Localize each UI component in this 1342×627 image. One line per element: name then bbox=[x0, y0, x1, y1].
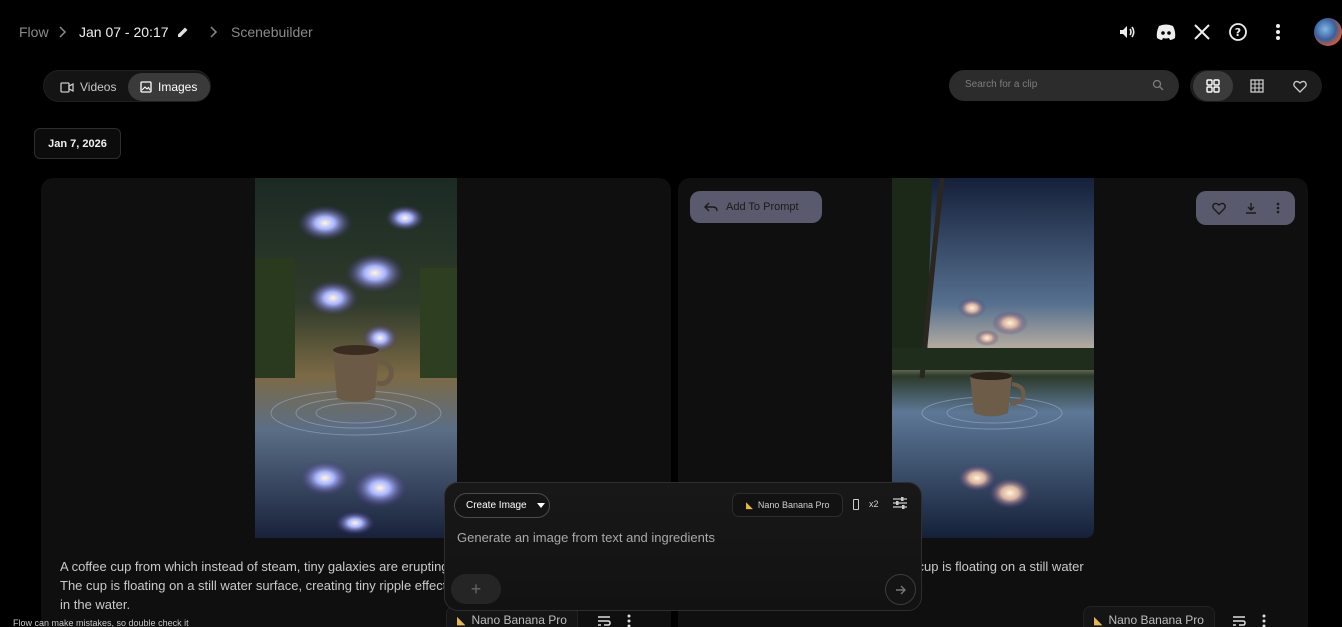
aspect-ratio-portrait-icon[interactable] bbox=[853, 499, 859, 510]
edit-pencil-icon[interactable] bbox=[176, 25, 190, 39]
svg-text:?: ? bbox=[1235, 26, 1241, 39]
disclaimer-text: Flow can make mistakes, so double check … bbox=[13, 618, 189, 627]
grid-small-icon bbox=[1250, 79, 1264, 93]
wrap-text-icon[interactable] bbox=[1232, 615, 1246, 627]
more-vert-icon[interactable] bbox=[1276, 202, 1280, 214]
tab-images[interactable]: Images bbox=[128, 73, 210, 101]
heart-icon bbox=[1293, 80, 1307, 93]
banana-icon: ◣ bbox=[746, 499, 753, 510]
tab-videos-label: Videos bbox=[80, 80, 117, 94]
model-selector[interactable]: ◣ Nano Banana Pro bbox=[732, 493, 843, 517]
favorites-view-button[interactable] bbox=[1280, 71, 1320, 101]
card-footer-actions bbox=[1232, 614, 1266, 627]
model-name: Nano Banana Pro bbox=[1108, 613, 1204, 627]
generated-image[interactable] bbox=[255, 178, 457, 538]
add-to-prompt-label: Add To Prompt bbox=[726, 201, 799, 213]
model-name: Nano Banana Pro bbox=[471, 613, 567, 627]
wrap-text-icon[interactable] bbox=[597, 615, 611, 627]
reply-arrow-icon bbox=[704, 202, 718, 212]
top-bar: Flow Jan 07 - 20:17 Scenebuilder ? bbox=[0, 0, 1342, 64]
media-type-tabs: Videos Images bbox=[43, 70, 211, 102]
chevron-right-icon bbox=[210, 26, 218, 38]
breadcrumb-flow[interactable]: Flow bbox=[19, 24, 49, 40]
heart-icon[interactable] bbox=[1211, 202, 1226, 215]
prompt-composer: Create Image ◣ Nano Banana Pro x2 Genera… bbox=[444, 482, 922, 611]
project-title: Jan 07 - 20:17 bbox=[79, 24, 169, 40]
download-icon[interactable] bbox=[1245, 202, 1257, 214]
card-hover-actions bbox=[1196, 191, 1295, 225]
chevron-right-icon bbox=[59, 26, 67, 38]
breadcrumb-scenebuilder[interactable]: Scenebuilder bbox=[231, 24, 313, 40]
output-count[interactable]: x2 bbox=[869, 499, 879, 509]
more-vert-icon[interactable] bbox=[1262, 614, 1266, 627]
more-vert-icon[interactable] bbox=[1266, 20, 1290, 44]
create-mode-dropdown[interactable]: Create Image bbox=[454, 493, 550, 518]
card-footer-actions bbox=[597, 614, 631, 627]
tab-videos[interactable]: Videos bbox=[48, 73, 128, 101]
banana-icon: ◣ bbox=[457, 614, 466, 627]
prompt-input[interactable]: Generate an image from text and ingredie… bbox=[457, 530, 715, 545]
send-button[interactable] bbox=[885, 574, 916, 605]
search-icon bbox=[1152, 79, 1164, 91]
search-input[interactable]: Search for a clip bbox=[949, 70, 1179, 101]
grid-large-icon bbox=[1206, 79, 1220, 93]
help-icon[interactable]: ? bbox=[1226, 20, 1250, 44]
tab-images-label: Images bbox=[158, 80, 198, 94]
model-selector-label: Nano Banana Pro bbox=[757, 500, 830, 510]
date-group-label: Jan 7, 2026 bbox=[34, 128, 121, 159]
volume-icon[interactable] bbox=[1115, 20, 1139, 44]
plus-icon: + bbox=[470, 578, 482, 599]
grid-large-view-button[interactable] bbox=[1193, 71, 1233, 101]
settings-sliders-icon[interactable] bbox=[892, 496, 908, 510]
grid-small-view-button[interactable] bbox=[1237, 71, 1277, 101]
x-icon[interactable] bbox=[1190, 20, 1214, 44]
discord-icon[interactable] bbox=[1154, 20, 1178, 44]
avatar[interactable] bbox=[1314, 18, 1342, 46]
more-vert-icon[interactable] bbox=[627, 614, 631, 627]
add-to-prompt-button[interactable]: Add To Prompt bbox=[690, 191, 822, 223]
view-toggle-group bbox=[1190, 70, 1322, 102]
banana-icon: ◣ bbox=[1094, 614, 1103, 627]
create-mode-label: Create Image bbox=[466, 500, 527, 511]
image-icon bbox=[140, 81, 152, 93]
arrow-right-icon bbox=[895, 585, 906, 594]
image-caption: A coffee cup from which instead of steam… bbox=[60, 559, 453, 612]
add-ingredient-button[interactable]: + bbox=[451, 574, 501, 604]
caret-down-icon bbox=[536, 503, 545, 508]
generated-image[interactable] bbox=[892, 178, 1094, 538]
search-placeholder: Search for a clip bbox=[965, 79, 1038, 90]
video-icon bbox=[60, 81, 74, 93]
model-chip: ◣ Nano Banana Pro bbox=[1083, 606, 1215, 627]
